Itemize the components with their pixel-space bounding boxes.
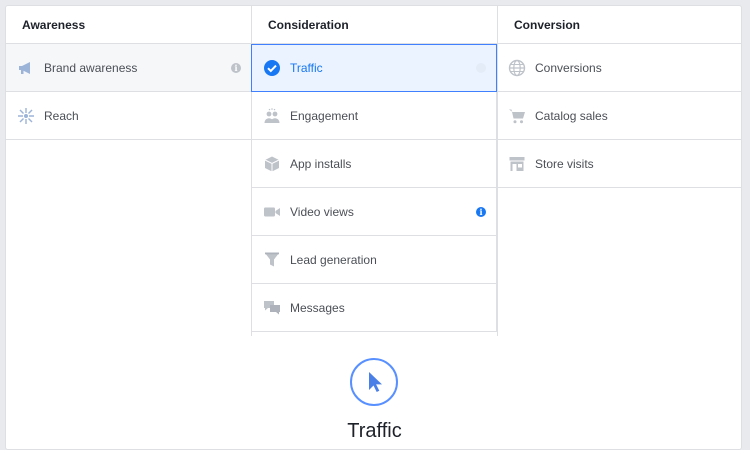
objective-messages[interactable]: Messages: [251, 284, 497, 332]
objective-lead-generation[interactable]: Lead generation: [251, 236, 497, 284]
objective-label: Video views: [290, 204, 354, 219]
objective-label: Traffic: [290, 60, 323, 75]
objective-label: Engagement: [290, 108, 359, 123]
checkmark-circle-icon: [262, 58, 282, 78]
objective-traffic[interactable]: Traffic i: [251, 44, 497, 92]
objective-engagement[interactable]: Engagement: [251, 92, 497, 140]
objective-detail: Traffic: [6, 336, 741, 449]
chat-bubbles-icon: [262, 298, 282, 318]
objective-label: Messages: [290, 300, 345, 315]
storefront-icon: [507, 154, 527, 174]
objective-catalog-sales[interactable]: Catalog sales: [497, 92, 741, 140]
cursor-arrow-icon: [350, 358, 398, 406]
awareness-column: Brand awareness i Reach: [6, 44, 251, 140]
objective-conversions[interactable]: Conversions: [497, 44, 741, 92]
objective-label: Store visits: [535, 156, 594, 171]
objective-store-visits[interactable]: Store visits: [497, 140, 741, 188]
objective-label: Conversions: [535, 60, 602, 75]
objective-label: Lead generation: [290, 252, 377, 267]
info-icon[interactable]: i: [476, 206, 486, 217]
column-header-conversion: Conversion: [497, 6, 741, 44]
objective-selector-panel: Awareness Consideration Conversion Brand…: [5, 5, 742, 450]
conversion-column: Conversions Catalog sales Store visits: [497, 44, 741, 188]
info-icon[interactable]: i: [231, 62, 241, 73]
megaphone-icon: [16, 58, 36, 78]
box-icon: [262, 154, 282, 174]
funnel-icon: [262, 250, 282, 270]
objective-label: Catalog sales: [535, 108, 608, 123]
objective-label: Brand awareness: [44, 60, 138, 75]
reach-burst-icon: [16, 106, 36, 126]
column-header-consideration: Consideration: [251, 6, 497, 44]
objective-label: App installs: [290, 156, 352, 171]
objective-app-installs[interactable]: App installs: [251, 140, 497, 188]
column-header-awareness: Awareness: [22, 18, 86, 32]
objective-reach[interactable]: Reach: [6, 92, 251, 140]
objective-video-views[interactable]: Video views i: [251, 188, 497, 236]
shopping-cart-icon: [507, 106, 527, 126]
consideration-column: Traffic i Engagement App installs Video …: [251, 44, 497, 332]
objective-label: Reach: [44, 108, 79, 123]
people-icon: [262, 106, 282, 126]
globe-icon: [507, 58, 527, 78]
objective-brand-awareness[interactable]: Brand awareness i: [6, 44, 251, 92]
detail-title: Traffic: [347, 420, 402, 442]
info-icon[interactable]: i: [476, 62, 486, 73]
column-header-row: Awareness Consideration Conversion: [6, 6, 741, 44]
video-camera-icon: [262, 202, 282, 222]
